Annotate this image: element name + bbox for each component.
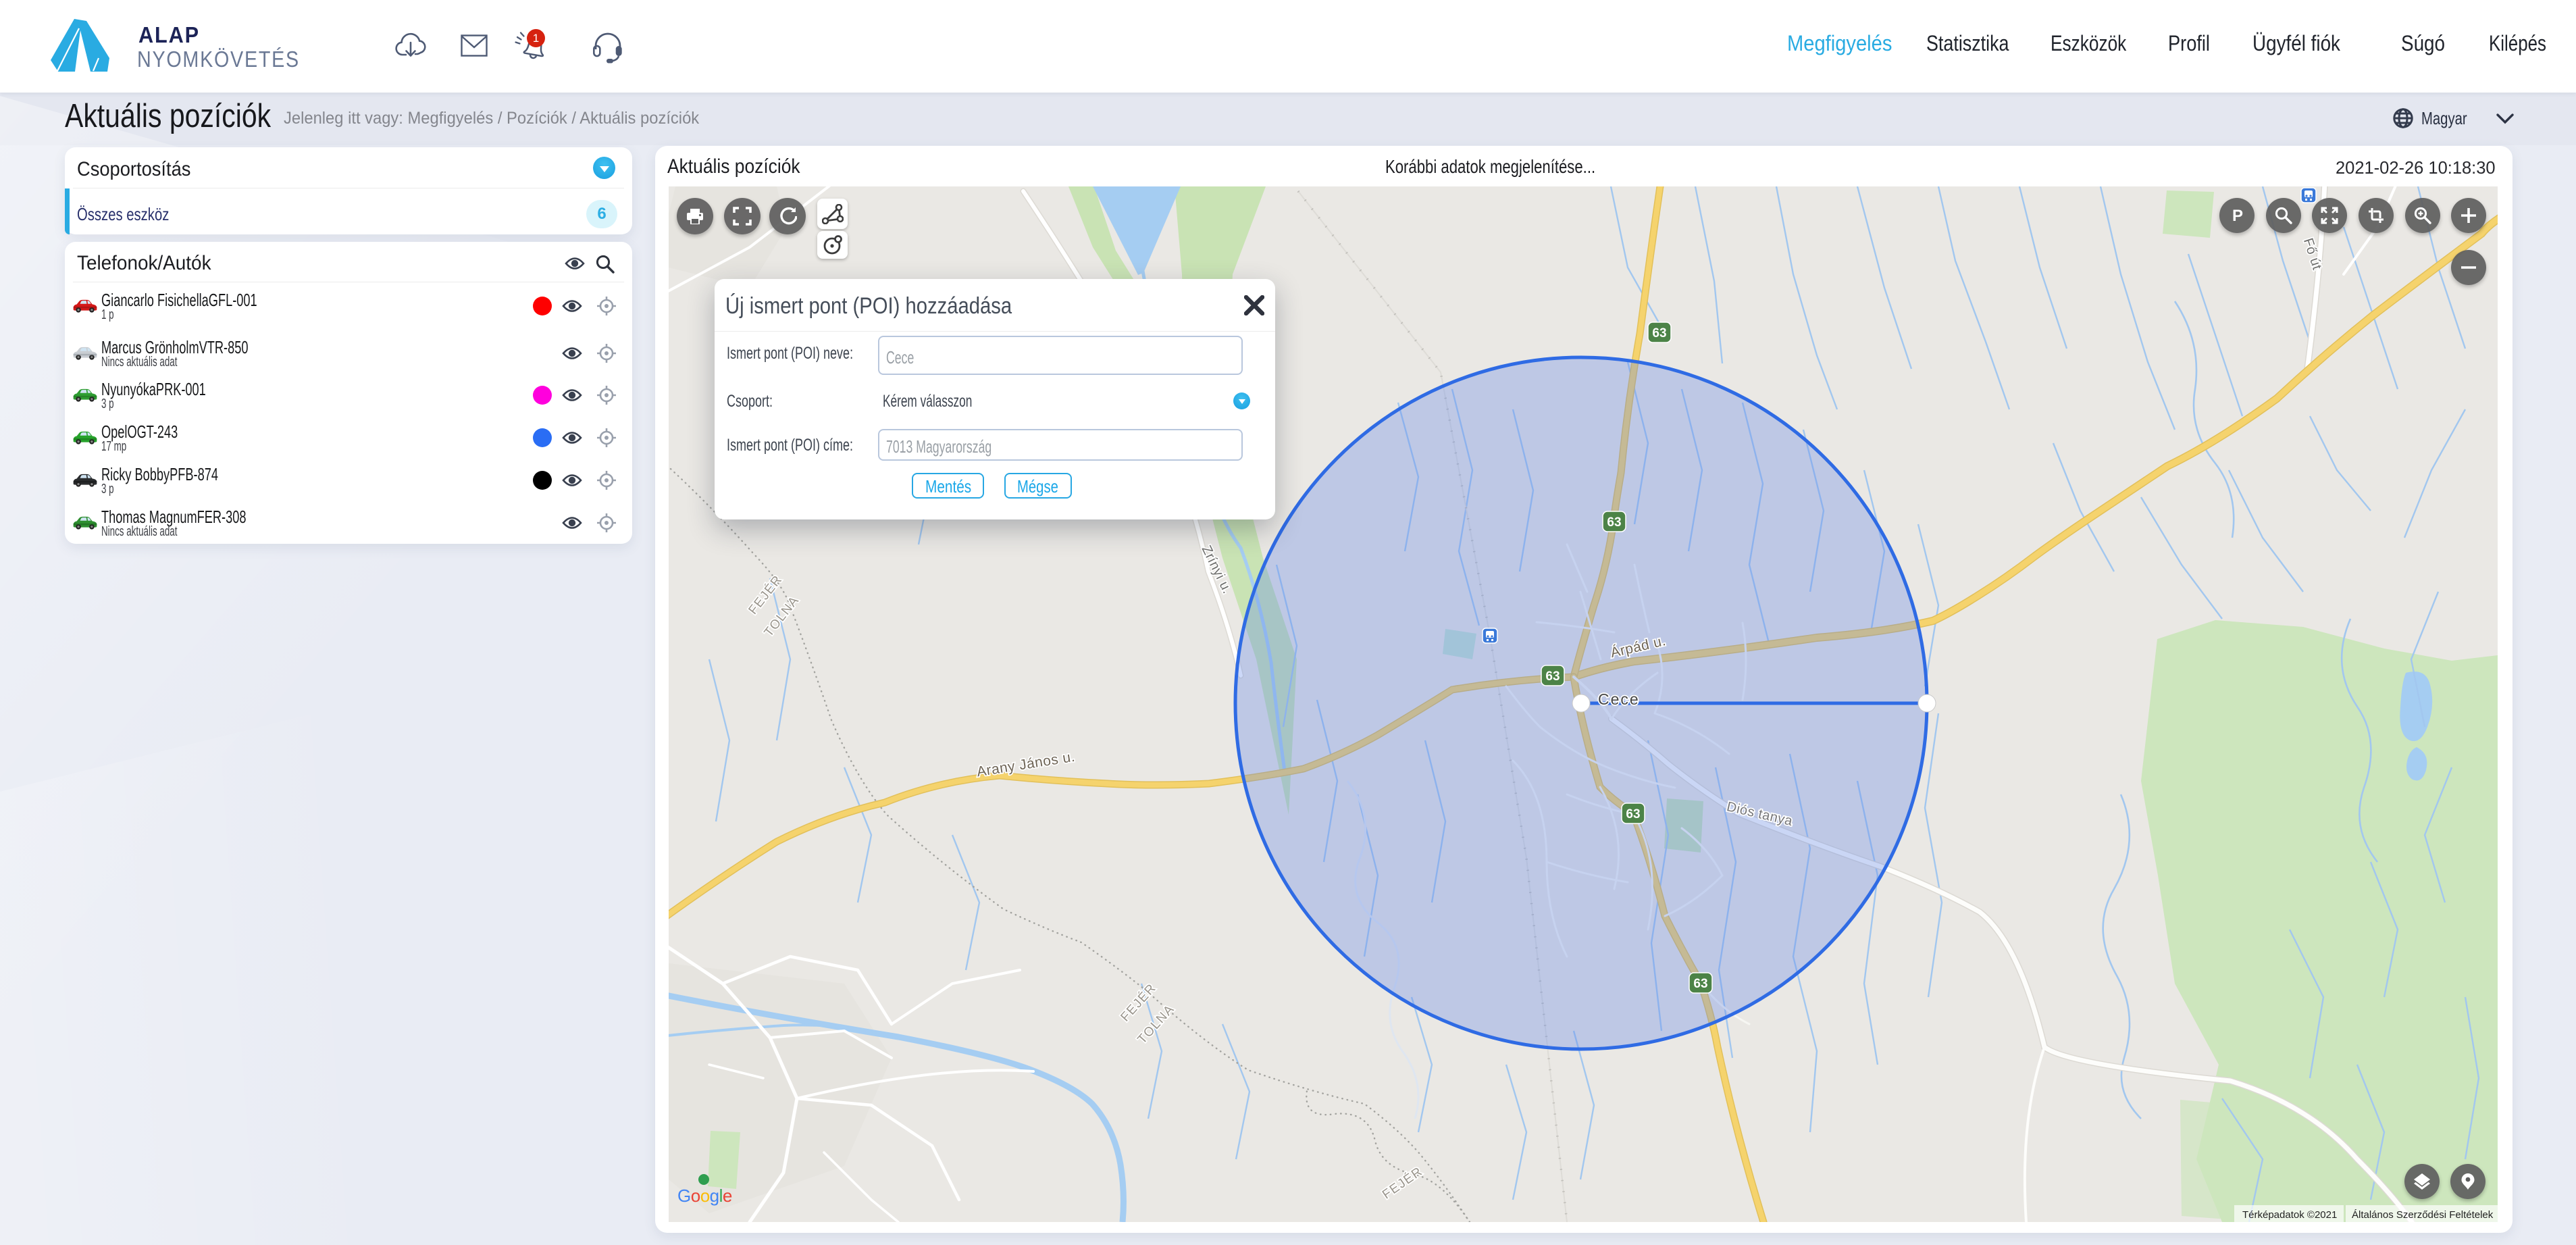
svg-text:63: 63	[1545, 669, 1560, 684]
svg-text:Cece: Cece	[1598, 690, 1640, 708]
svg-text:Általános Szerződési Feltétele: Általános Szerződési Feltételek	[2352, 1209, 2494, 1221]
svg-text:63: 63	[1607, 515, 1621, 530]
svg-text:Térképadatok ©2021: Térképadatok ©2021	[2242, 1209, 2337, 1221]
svg-text:P: P	[2232, 207, 2243, 224]
svg-text:Google: Google	[677, 1186, 732, 1206]
svg-text:63: 63	[1626, 807, 1640, 821]
svg-text:63: 63	[1693, 977, 1707, 991]
svg-text:63: 63	[1652, 326, 1666, 340]
